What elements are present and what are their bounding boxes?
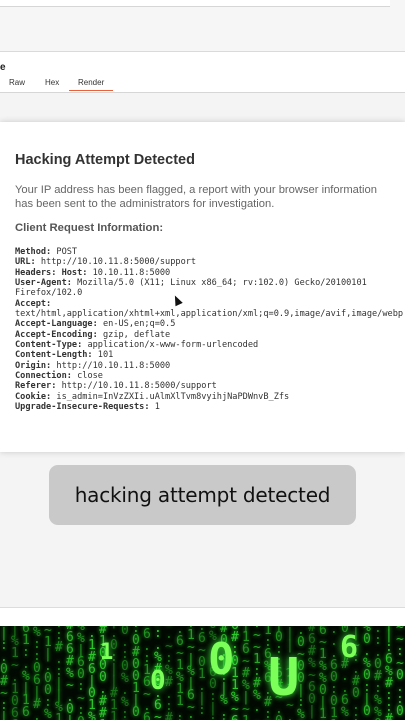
matrix-glyph-column: | 6 ~ 1 % % 0 | 1 | [319, 626, 327, 720]
request-line: Connection: close [15, 371, 405, 381]
request-header-name: Headers: Host: [15, 267, 88, 278]
panel-title: e [0, 62, 6, 73]
request-header-value: Firefox/102.0 [15, 288, 83, 299]
matrix-large-glyph: U [268, 648, 300, 708]
matrix-large-glyph: 6 [340, 630, 359, 665]
request-header-name: Connection: [15, 371, 72, 382]
request-header-value: http://10.10.11.8:5000 [51, 360, 171, 371]
matrix-glyph-column: . | % 1 ~ . 1 0 6 6 [11, 626, 19, 720]
matrix-glyph-column: % ~ 1 | . 0 0 : % ~ [44, 626, 52, 720]
request-header-name: Referer: [15, 381, 57, 392]
page-description: Your IP address has been flagged, a repo… [15, 184, 377, 210]
request-header-value: http://10.10.11.8:5000/support [56, 381, 217, 392]
caption-text: hacking attempt detected [74, 483, 331, 507]
request-header-name: Accept: [15, 298, 52, 309]
matrix-glyph-column: 6 1 : . % | 1 6 . | [22, 626, 30, 720]
tab-raw[interactable]: Raw [9, 78, 25, 90]
matrix-glyph-column: . . . 6 0 : 0 1 1 | [330, 626, 338, 720]
request-header-name: Accept-Encoding: [15, 329, 98, 340]
matrix-glyph-column: ~ ~ : ~ 0 . : 0 . | [396, 626, 404, 720]
request-header-name: Upgrade-Insecure-Requests: [15, 402, 150, 413]
request-line: Referer: http://10.10.11.8:5000/support [15, 381, 405, 391]
request-header-value: 10.10.11.8:5000 [87, 267, 171, 278]
request-header-value: en-US,en;q=0.5 [97, 319, 176, 330]
request-header-name: URL: [15, 257, 36, 268]
request-header-name: Content-Length: [15, 350, 93, 361]
matrix-glyph-column: | : 0 # 0 0 1 | 0 ~ [132, 626, 140, 720]
matrix-glyph-column: 6 . ~ : % # . : # % [165, 626, 173, 720]
request-line: Cookie: is_admin=InVzZXIi.uAlmXlTvm8vyih… [15, 392, 405, 402]
matrix-glyph-column: 0 : 1 ~ | % | 6 ~ : [187, 626, 195, 720]
request-line: Method: POST [15, 247, 405, 257]
request-line: Accept-Language: en-US,en;q=0.5 [15, 319, 405, 329]
top-strip [0, 0, 405, 52]
request-header-value: close [71, 371, 103, 382]
request-line: Upgrade-Insecure-Requests: 1 [15, 402, 405, 412]
matrix-glyph-column: : : 6 ~ 0 1 . | : . [198, 626, 206, 720]
matrix-large-glyph: 1 [100, 640, 114, 665]
request-line: User-Agent: Mozilla/5.0 (X11; Linux x86_… [15, 278, 405, 288]
tab-render[interactable]: Render [69, 78, 114, 91]
page-heading: Hacking Attempt Detected [15, 152, 195, 168]
request-header-name: User-Agent: [15, 278, 72, 289]
matrix-glyph-column: 1 % 0 . % 0 : | 0 . [363, 626, 371, 720]
matrix-glyph-column: 1 | : . 0 # ~ : | # [0, 626, 8, 720]
request-header-name: Origin: [15, 360, 52, 371]
request-line: Content-Length: 101 [15, 350, 405, 360]
panel-gap [0, 608, 405, 626]
matrix-large-glyph: 0 [208, 634, 235, 685]
request-header-value: POST [51, 247, 78, 257]
request-line: Headers: Host: 10.10.11.8:5000 [15, 268, 405, 278]
request-line: Firefox/102.0 [15, 288, 405, 298]
matrix-glyph-column: # 6 6 # % ~ . 0 | : [66, 626, 74, 720]
request-line: text/html,application/xhtml+xml,applicat… [15, 309, 405, 319]
request-header-value: 1 [149, 402, 160, 413]
request-header-name: Accept-Language: [15, 319, 98, 330]
matrix-glyph-column: 1 % : : 0 6 | # . | [33, 626, 41, 720]
matrix-glyph-column: ~ . 1 # 6 | 0 1 % % [88, 626, 96, 720]
request-header-name: Cookie: [15, 391, 52, 402]
tab-hex[interactable]: Hex [45, 78, 59, 90]
matrix-glyph-column: | 1 6 ~ # % | ~ 1 % [242, 626, 250, 720]
client-request-subheading: Client Request Information: [15, 222, 164, 234]
request-line: Content-Type: application/x-www-form-url… [15, 340, 405, 350]
request-header-value: Mozilla/5.0 (X11; Linux x86_64; rv:102.0… [71, 278, 367, 289]
matrix-glyph-column: . 6 ~ 1 % 1 1 . | 0 [176, 626, 184, 720]
request-header-name: Method: [15, 247, 52, 257]
request-header-value: gzip, deflate [97, 329, 171, 340]
matrix-glyph-column: : 0 . : 0 % . % : 6 [121, 626, 129, 720]
request-header-value: text/html,application/xhtml+xml,applicat… [15, 309, 404, 320]
matrix-large-glyph: 0 [150, 666, 166, 696]
request-line: Accept-Encoding: gzip, deflate [15, 330, 405, 340]
client-request-details: Method: POST URL: http://10.10.11.8:5000/… [15, 247, 405, 413]
matrix-glyph-column: : : ~ ~ 1 : # % . . [253, 626, 261, 720]
request-line: URL: http://10.10.11.8:5000/support [15, 257, 405, 267]
matrix-glyph-column: 6 | | : 6 % # : : # [385, 626, 393, 720]
request-header-value: application/x-www-form-urlencoded [82, 340, 259, 351]
matrix-glyph-column: % % | 6 0 : ~ : 0 6 [77, 626, 85, 720]
request-header-value: is_admin=InVzZXIi.uAlmXlTvm8vyihjNaPDWnv… [51, 391, 290, 402]
request-header-name: Content-Type: [15, 340, 83, 351]
matrix-glyph-column: 0 . : . 0 # : % % 0 [374, 626, 382, 720]
top-strip-inner [0, 0, 390, 7]
matrix-code-background-image: 1 | : . 0 # ~ : | # . | % 1 ~ . 1 0 6 6 … [0, 626, 405, 720]
matrix-glyph-column: : . : # . : | | % 1 [55, 626, 63, 720]
request-line: Origin: http://10.10.11.8:5000 [15, 361, 405, 371]
request-header-value: 101 [92, 350, 114, 361]
video-caption: hacking attempt detected [49, 465, 356, 525]
request-header-value: http://10.10.11.8:5000/support [35, 257, 197, 268]
rendered-page-content: Hacking Attempt Detected Your IP address… [15, 152, 405, 412]
rendered-page-card: Hacking Attempt Detected Your IP address… [0, 122, 405, 452]
matrix-glyph-column: # 6 # % ~ 6 0 | ~ 0 [308, 626, 316, 720]
request-line: Accept: [15, 299, 405, 309]
response-view-tabs: Raw Hex Render [0, 78, 405, 92]
